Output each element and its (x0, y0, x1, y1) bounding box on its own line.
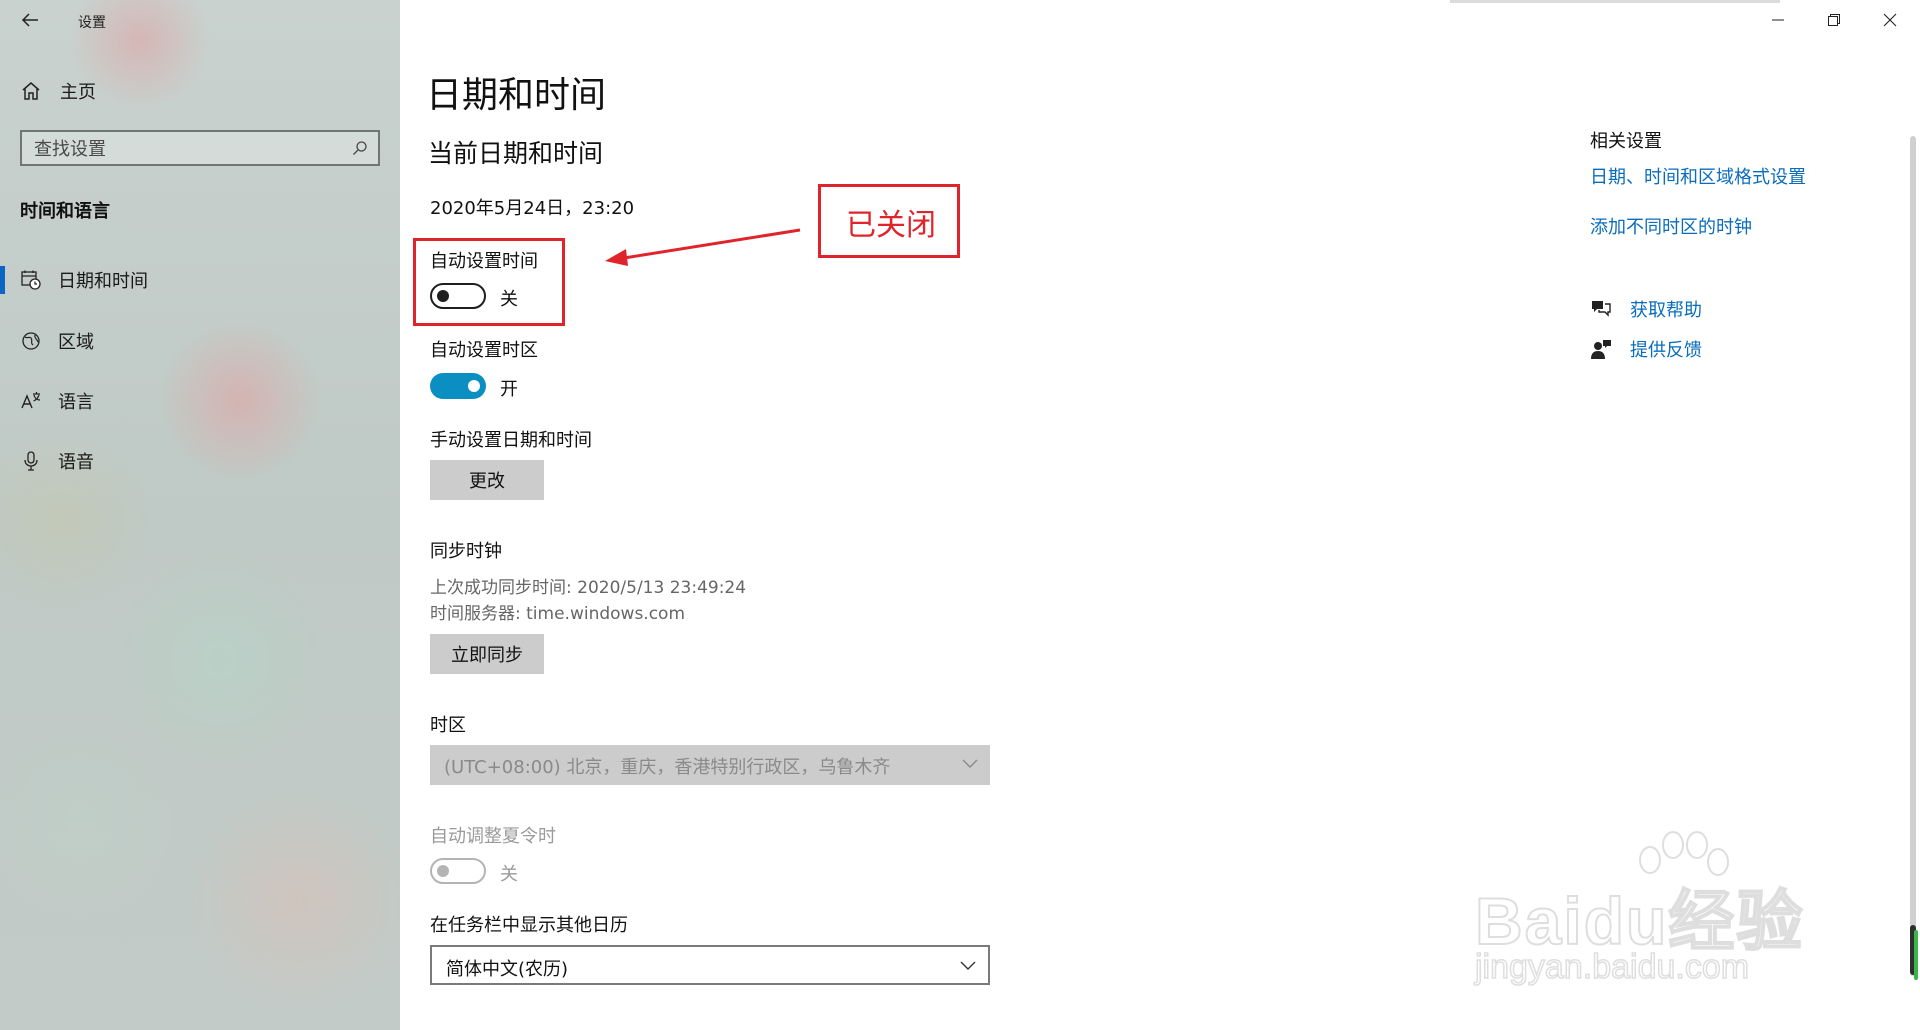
calendar-label: 在任务栏中显示其他日历 (430, 915, 628, 936)
timezone-dropdown[interactable]: (UTC+08:00) 北京，重庆，香港特别行政区，乌鲁木齐 (430, 745, 990, 785)
time-server-text: 时间服务器: time.windows.com (430, 604, 686, 624)
toggle-knob (468, 380, 480, 392)
last-sync-text: 上次成功同步时间: 2020/5/13 23:49:24 (430, 578, 747, 598)
annotation-arrow-icon (605, 228, 801, 266)
timezone-value: (UTC+08:00) 北京，重庆，香港特别行政区，乌鲁木齐 (444, 757, 891, 778)
get-help-label: 获取帮助 (1630, 300, 1702, 321)
sidebar-item-label: 区域 (58, 332, 94, 353)
home-label: 主页 (60, 82, 96, 103)
sync-clock-label: 同步时钟 (430, 541, 502, 562)
sidebar-item-speech[interactable]: 语音 (0, 445, 400, 477)
annotation-highlight-box (413, 238, 565, 326)
dst-state: 关 (500, 864, 518, 885)
watermark: Baidu经验 jingyan.baidu.com (1474, 830, 1905, 1000)
calendar-value: 简体中文(农历) (446, 959, 569, 980)
current-datetime: 2020年5月24日，23:20 (430, 198, 635, 219)
region-format-link[interactable]: 日期、时间和区域格式设置 (1590, 163, 1806, 189)
chat-help-icon (1592, 301, 1611, 317)
sidebar-item-label: 语言 (58, 392, 94, 413)
restore-icon (1828, 14, 1840, 26)
window-edge (1450, 0, 1780, 3)
close-icon (1883, 13, 1897, 27)
page-title: 日期和时间 (426, 75, 607, 116)
search-input[interactable] (32, 136, 336, 162)
related-settings-title: 相关设置 (1590, 131, 1662, 152)
section-heading: 当前日期和时间 (428, 139, 604, 168)
calendar-clock-icon (21, 270, 41, 290)
app-title: 设置 (78, 15, 106, 31)
search-box[interactable] (20, 130, 380, 166)
globe-icon (22, 332, 40, 350)
main-content: 日期和时间 当前日期和时间 2020年5月24日，23:20 自动设置时间 关 … (400, 0, 1920, 1030)
search-icon[interactable] (352, 140, 368, 156)
microphone-icon (24, 451, 38, 471)
sidebar-item-language[interactable]: 语言 (0, 385, 400, 417)
toggle-knob (437, 865, 449, 877)
close-button[interactable] (1870, 6, 1910, 34)
auto-timezone-state: 开 (500, 379, 518, 400)
chevron-down-icon (960, 961, 976, 970)
chevron-down-icon (962, 759, 978, 768)
title-bar: 设置 (0, 0, 400, 40)
watermark-url: jingyan.baidu.com (1474, 947, 1750, 987)
sidebar-item-label: 语音 (58, 452, 94, 473)
back-arrow-icon[interactable] (20, 10, 42, 30)
scrollbar-track[interactable] (1910, 136, 1916, 976)
language-icon (21, 392, 41, 409)
restore-button[interactable] (1814, 6, 1854, 34)
scrollbar-accent (1914, 930, 1918, 980)
dst-label: 自动调整夏令时 (430, 826, 556, 847)
calendar-dropdown[interactable]: 简体中文(农历) (430, 945, 990, 985)
home-icon (22, 82, 40, 100)
add-clocks-link[interactable]: 添加不同时区的时钟 (1590, 213, 1752, 239)
sidebar-item-label: 日期和时间 (58, 271, 148, 292)
feedback-label: 提供反馈 (1630, 340, 1702, 361)
section-title: 时间和语言 (20, 201, 110, 222)
get-help-link[interactable]: 获取帮助 (1590, 296, 1702, 322)
manual-datetime-label: 手动设置日期和时间 (430, 430, 592, 451)
auto-timezone-label: 自动设置时区 (430, 340, 538, 361)
timezone-label: 时区 (430, 715, 466, 736)
dst-toggle[interactable] (430, 858, 486, 884)
sidebar-item-region[interactable]: 区域 (0, 325, 400, 357)
home-nav-item[interactable]: 主页 (20, 78, 96, 104)
auto-timezone-toggle[interactable] (430, 373, 486, 399)
annotation-text: 已关闭 (846, 208, 936, 243)
change-button[interactable]: 更改 (430, 460, 544, 500)
sidebar-item-date-time[interactable]: 日期和时间 (0, 264, 400, 296)
minimize-button[interactable] (1758, 6, 1798, 34)
feedback-icon (1591, 340, 1611, 359)
sync-now-button[interactable]: 立即同步 (430, 634, 544, 674)
minimize-icon (1772, 19, 1784, 21)
feedback-link[interactable]: 提供反馈 (1590, 336, 1702, 362)
sidebar: 设置 主页 时间和语言 日期和时间 区域 (0, 0, 400, 1030)
